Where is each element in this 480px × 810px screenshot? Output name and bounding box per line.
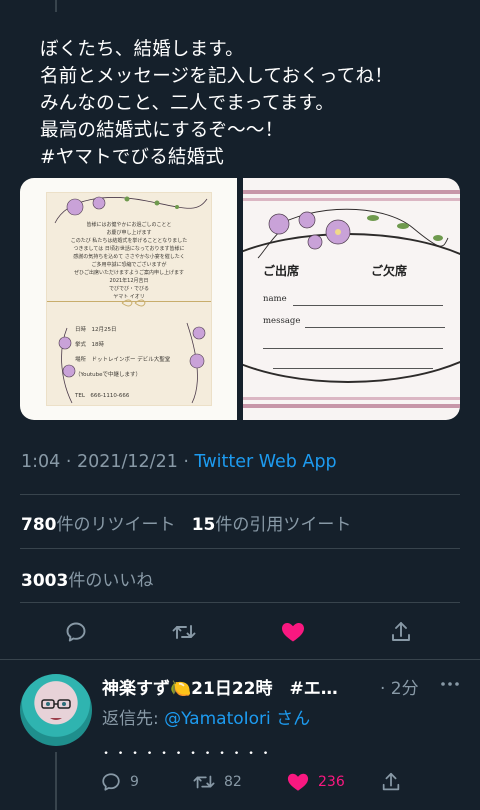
- invitation-image[interactable]: 皆様にはお健やかにお過ごしのことと お慶び申し上げます このたび 私たちは結婚式…: [20, 178, 237, 420]
- more-icon: [441, 682, 459, 686]
- retweet-icon: [193, 775, 215, 789]
- tweet-media[interactable]: 皆様にはお健やかにお過ごしのことと お慶び申し上げます このたび 私たちは結婚式…: [20, 178, 460, 420]
- retweet-button[interactable]: [164, 612, 204, 652]
- tweet-actions: [0, 612, 480, 652]
- thread-line: [55, 752, 57, 810]
- divider: [20, 602, 460, 603]
- message-line: [273, 368, 433, 369]
- invitation-card: 皆様にはお健やかにお過ごしのことと お慶び申し上げます このたび 私たちは結婚式…: [46, 192, 212, 406]
- tweet-line: みんなのこと、二人でまってます。: [40, 93, 335, 114]
- message-label: message: [263, 316, 301, 326]
- rope-divider: [47, 301, 211, 302]
- reply-reply-button[interactable]: 9: [100, 764, 139, 800]
- tweet-source-link[interactable]: Twitter Web App: [195, 452, 337, 472]
- like-count: 236: [318, 774, 345, 790]
- floral-decoration-icon: [257, 208, 449, 259]
- reply-author-name[interactable]: 神楽すず🍋21日22時 #エ…: [102, 674, 376, 699]
- retweet-stats[interactable]: 780件のリツイート 15件の引用ツイート: [21, 510, 351, 535]
- name-line: [293, 305, 443, 306]
- message-line: [305, 327, 445, 328]
- like-stats[interactable]: 3003件のいいね: [21, 566, 153, 591]
- like-icon: [282, 623, 304, 642]
- tweet-line: 名前とメッセージを記入しておくってね！: [40, 66, 393, 87]
- reply-icon: [66, 622, 86, 642]
- share-button[interactable]: [381, 612, 421, 652]
- attend-label: ご出席: [263, 264, 300, 278]
- reply-button[interactable]: [56, 612, 96, 652]
- like-icon: [287, 773, 309, 791]
- invitation-details: 日時 12月25日 挙式 18時 場所 ドットレインボー デビル大聖堂 （You…: [75, 327, 171, 399]
- tweet-line: ぼくたち、結婚します。: [40, 39, 244, 60]
- reply-like-button[interactable]: 236: [286, 764, 345, 800]
- reply-time[interactable]: · 2分: [380, 674, 419, 699]
- frame-stripe: [243, 404, 460, 408]
- share-icon: [392, 622, 410, 641]
- reply-body: ．．．．．．．．．．．．: [102, 739, 285, 759]
- like-button[interactable]: [273, 612, 313, 652]
- reply-tweet[interactable]: 神楽すず🍋21日22時 #エ… · 2分 返信先: @YamatoIori さん…: [0, 660, 480, 810]
- tweet-hashtag[interactable]: #ヤマトでびる結婚式: [40, 144, 460, 171]
- reply-icon: [102, 773, 120, 791]
- divider: [20, 494, 460, 495]
- invitation-letter: 皆様にはお健やかにお過ごしのことと お慶び申し上げます このたび 私たちは結婚式…: [70, 222, 188, 300]
- frame-stripe: [243, 190, 460, 194]
- absent-label: ご欠席: [371, 264, 408, 278]
- tweet-meta: 1:04 · 2021/12/21 · Twitter Web App: [21, 452, 337, 472]
- tweet-timestamp[interactable]: 1:04 · 2021/12/21 ·: [21, 452, 195, 472]
- reply-actions: 9 82 236: [100, 764, 460, 800]
- tweet-line: 最高の結婚式にするぞ〜〜！: [40, 120, 284, 141]
- reply-retweet-button[interactable]: 82: [192, 764, 242, 800]
- retweet-icon: [172, 625, 196, 639]
- reply-share-button[interactable]: [380, 764, 402, 800]
- share-icon: [382, 772, 400, 791]
- avatar[interactable]: [20, 674, 92, 746]
- reply-card-image[interactable]: ご出席 ご欠席 name message: [243, 178, 460, 420]
- message-line: [263, 348, 443, 349]
- reply-count: 9: [130, 774, 139, 790]
- divider: [20, 548, 460, 549]
- name-label: name: [263, 294, 287, 304]
- frame-stripe: [243, 397, 460, 400]
- avatar-face-icon: [41, 699, 71, 720]
- tweet-text: ぼくたち、結婚します。 名前とメッセージを記入しておくってね！ みんなのこと、二…: [40, 36, 460, 171]
- reply-to: 返信先: @YamatoIori さん: [102, 709, 311, 729]
- retweet-count: 82: [224, 774, 242, 790]
- reply-to-handle[interactable]: @YamatoIori: [164, 709, 271, 729]
- more-button[interactable]: [440, 674, 460, 694]
- thread-line-top: [55, 0, 57, 12]
